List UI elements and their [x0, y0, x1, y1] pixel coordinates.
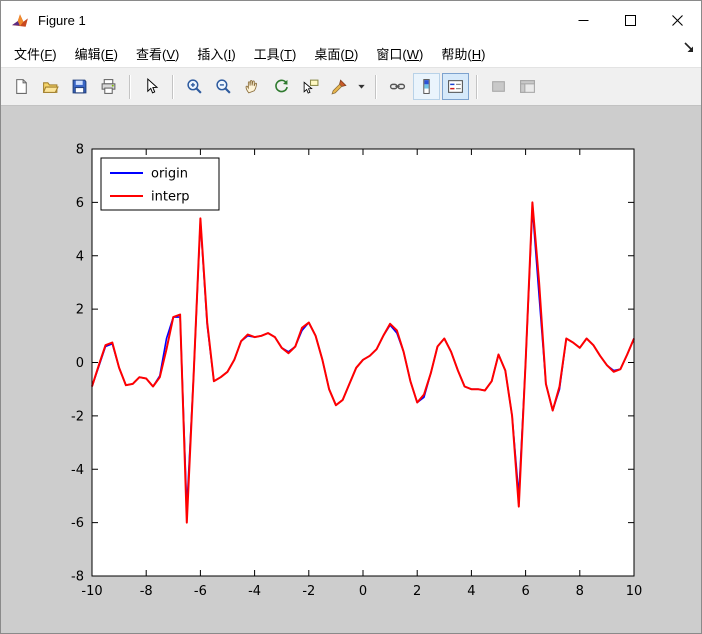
show-plot-tools-button[interactable] — [514, 73, 541, 100]
y-tick-label: -8 — [71, 570, 84, 585]
print-figure-button[interactable] — [95, 73, 122, 100]
menu-edit[interactable]: 编辑(E) — [66, 40, 127, 67]
close-button[interactable] — [654, 1, 701, 39]
zoom-out-button[interactable] — [210, 73, 237, 100]
x-tick-label: -6 — [194, 584, 207, 599]
x-tick-label: 8 — [576, 584, 584, 599]
menu-tools[interactable]: 工具(T) — [245, 40, 306, 67]
y-tick-label: 6 — [76, 196, 84, 211]
new-file-icon — [16, 79, 27, 94]
x-tick-label: -10 — [81, 584, 102, 599]
legend-icon — [448, 80, 463, 93]
y-tick-label: 8 — [76, 143, 84, 158]
legend-label: interp — [151, 190, 190, 205]
open-folder-icon — [42, 82, 59, 93]
menu-overflow-icon[interactable] — [682, 41, 696, 55]
plot-background — [92, 149, 634, 576]
x-tick-label: -2 — [302, 584, 315, 599]
new-figure-button[interactable] — [8, 73, 35, 100]
data-cursor-icon — [303, 79, 319, 94]
maximize-icon — [625, 14, 636, 26]
minimize-icon — [578, 19, 589, 21]
colorbar-icon — [423, 79, 430, 94]
close-icon — [672, 14, 683, 26]
x-tick-label: 10 — [626, 584, 643, 599]
y-tick-label: 4 — [76, 249, 84, 264]
legend[interactable]: origin interp — [100, 157, 220, 211]
data-cursor-button[interactable] — [297, 73, 324, 100]
menu-window[interactable]: 窗口(W) — [367, 40, 432, 67]
printer-icon — [101, 79, 116, 94]
pan-button[interactable] — [239, 73, 266, 100]
matlab-figure-icon — [11, 11, 29, 29]
figure-toolbar — [1, 68, 701, 106]
y-tick-label: -6 — [71, 516, 84, 531]
minimize-button[interactable] — [560, 1, 607, 39]
chevron-down-icon — [358, 84, 365, 89]
save-figure-button[interactable] — [66, 73, 93, 100]
figure-window: Figure 1 文件(F) 编辑(E) 查看(V) 插入(I) 工具(T) 桌… — [0, 0, 702, 634]
toolbar-separator — [129, 74, 131, 99]
figure-canvas: -10 -8 -6 -4 -2 0 2 4 6 8 10 -8 -6 -4 -2 0 2 4 6 8 origin int… — [1, 106, 701, 633]
link-plot-button[interactable] — [384, 73, 411, 100]
y-tick-label: -2 — [71, 409, 84, 424]
maximize-button[interactable] — [607, 1, 654, 39]
x-tick-label: -8 — [140, 584, 153, 599]
zoom-in-icon — [187, 79, 202, 94]
link-icon — [389, 83, 406, 90]
window-title: Figure 1 — [38, 12, 86, 28]
edit-plot-button[interactable] — [138, 73, 165, 100]
open-file-button[interactable] — [37, 73, 64, 100]
rotate-icon — [275, 79, 288, 93]
menu-file[interactable]: 文件(F) — [5, 40, 66, 67]
legend-label: origin — [151, 167, 188, 182]
insert-legend-button[interactable] — [442, 73, 469, 100]
x-tick-label: 4 — [467, 584, 475, 599]
y-tick-label: 2 — [76, 303, 84, 318]
menu-desktop[interactable]: 桌面(D) — [305, 40, 367, 67]
hand-icon — [245, 79, 257, 94]
brush-button[interactable] — [326, 73, 353, 100]
show-plot-tools-icon — [520, 80, 535, 93]
hide-plot-tools-icon — [492, 81, 505, 92]
y-tick-label: -4 — [71, 463, 84, 478]
title-bar[interactable]: Figure 1 — [1, 1, 701, 39]
brush-dropdown-button[interactable] — [355, 73, 368, 100]
x-tick-label: 0 — [359, 584, 367, 599]
menu-view[interactable]: 查看(V) — [127, 40, 188, 67]
x-tick-label: 6 — [521, 584, 529, 599]
window-controls — [560, 1, 701, 39]
menu-bar: 文件(F) 编辑(E) 查看(V) 插入(I) 工具(T) 桌面(D) 窗口(W… — [1, 39, 701, 68]
zoom-in-button[interactable] — [181, 73, 208, 100]
hide-plot-tools-button[interactable] — [485, 73, 512, 100]
axes-plot[interactable]: -10 -8 -6 -4 -2 0 2 4 6 8 10-8-6-4-202468originint… — [1, 106, 701, 633]
cursor-arrow-icon — [147, 78, 159, 94]
insert-colorbar-button[interactable] — [413, 73, 440, 100]
toolbar-separator — [172, 74, 174, 99]
menu-insert[interactable]: 插入(I) — [188, 40, 244, 67]
toolbar-separator — [476, 74, 478, 99]
save-icon — [72, 79, 87, 94]
rotate-3d-button[interactable] — [268, 73, 295, 100]
x-tick-label: -4 — [248, 584, 261, 599]
zoom-out-icon — [216, 79, 231, 94]
menu-help[interactable]: 帮助(H) — [432, 40, 494, 67]
x-tick-label: 2 — [413, 584, 421, 599]
y-tick-label: 0 — [76, 356, 84, 371]
brush-icon — [331, 79, 347, 95]
toolbar-separator — [375, 74, 377, 99]
